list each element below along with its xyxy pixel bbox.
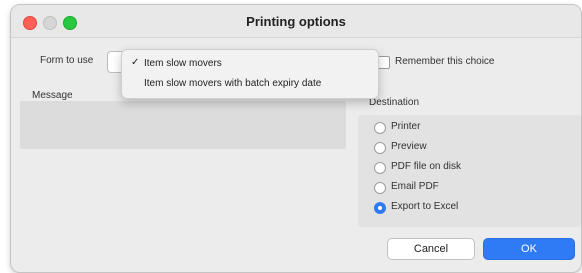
destination-label: Destination xyxy=(369,97,420,108)
printing-options-dialog: Printing options Form to use Remember th… xyxy=(10,4,582,273)
cancel-button[interactable]: Cancel xyxy=(387,238,475,260)
radio-label: PDF file on disk xyxy=(391,161,462,172)
menu-item-item-slow-movers[interactable]: ✓ Item slow movers xyxy=(122,54,378,74)
menu-item-label: Item slow movers xyxy=(144,58,222,69)
message-label: Message xyxy=(32,90,73,101)
radio-label: Printer xyxy=(391,121,421,132)
radio-button[interactable] xyxy=(374,182,386,194)
radio-button[interactable] xyxy=(374,142,386,154)
window-title: Printing options xyxy=(246,14,346,29)
radio-button-selected[interactable] xyxy=(374,202,386,214)
form-dropdown-menu: ✓ Item slow movers Item slow movers with… xyxy=(121,49,379,99)
menu-item-label: Item slow movers with batch expiry date xyxy=(144,78,322,89)
radio-button[interactable] xyxy=(374,122,386,134)
radio-button[interactable] xyxy=(374,162,386,174)
radio-label: Email PDF xyxy=(391,181,439,192)
title-bar: Printing options xyxy=(11,5,581,38)
destination-group: Printer Preview PDF file on disk Email P… xyxy=(358,115,581,227)
menu-item-item-slow-movers-batch-expiry[interactable]: Item slow movers with batch expiry date xyxy=(122,74,378,94)
radio-label: Preview xyxy=(391,141,427,152)
remember-choice-label: Remember this choice xyxy=(395,56,495,67)
ok-button[interactable]: OK xyxy=(483,238,575,260)
radio-label: Export to Excel xyxy=(391,201,459,212)
checkmark-icon: ✓ xyxy=(131,57,140,68)
form-to-use-label: Form to use xyxy=(40,55,94,66)
message-field[interactable] xyxy=(20,101,346,149)
